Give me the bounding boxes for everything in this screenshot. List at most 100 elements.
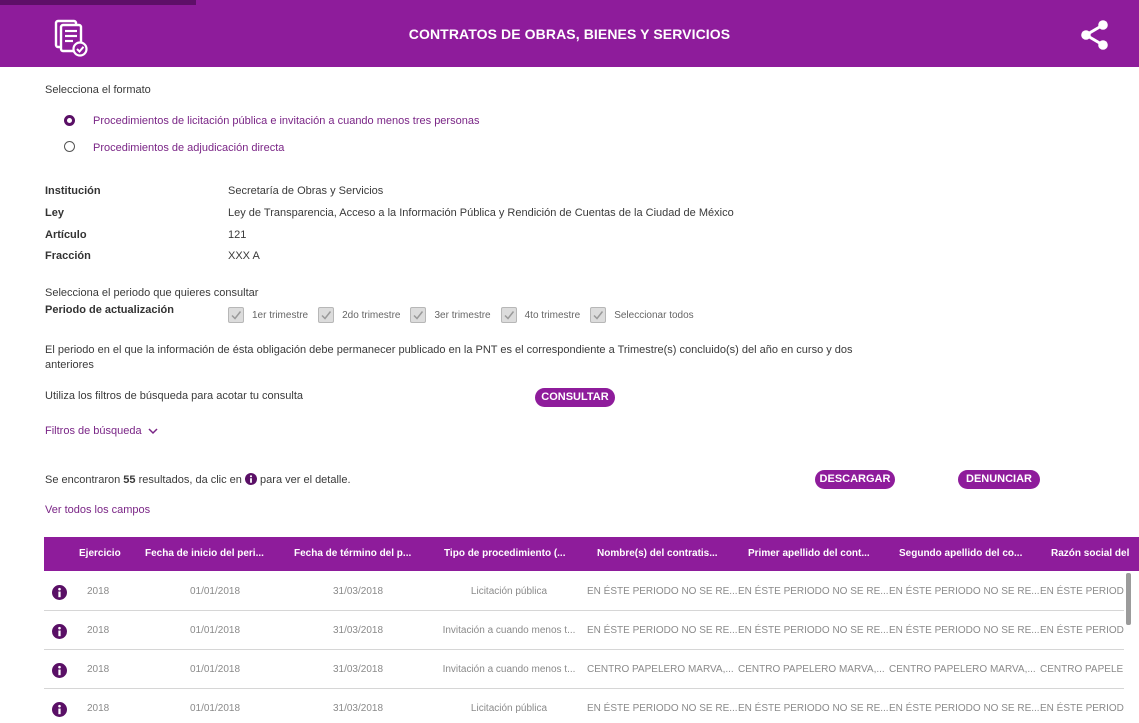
checkbox-checked-icon[interactable] [318,307,335,323]
periodo-prompt: Selecciona el periodo que quieres consul… [45,287,259,299]
radio-licitacion[interactable] [64,115,75,126]
ley-label: Ley [45,207,64,219]
filters-hint: Utiliza los filtros de búsqueda para aco… [45,390,304,402]
radio-licitacion-label[interactable]: Procedimientos de licitación pública e i… [93,115,479,127]
table-scrollbar[interactable] [1126,573,1131,625]
column-header-nombre-contratista[interactable]: Nombre(s) del contratis... [597,537,742,571]
info-icon[interactable] [52,663,67,678]
cell-razon-social: EN ÉSTE PERIODO [1040,625,1124,636]
results-text: resultados, da clic en [135,474,245,486]
checkbox-checked-icon[interactable] [590,307,607,323]
institucion-value: Secretaría de Obras y Servicios [228,185,384,197]
checkbox-label: 4to trimestre [524,309,581,321]
radio-adjudicacion-label[interactable]: Procedimientos de adjudicación directa [93,142,284,154]
cell-nombre: EN ÉSTE PERIODO NO SE RE... [587,703,737,714]
cell-fecha-termino: 31/03/2018 [332,586,384,597]
periodo-note-line1: El periodo en el que la información de é… [45,344,853,356]
table-row: 2018 01/01/2018 31/03/2018 Licitación pú… [44,690,1124,723]
info-icon[interactable] [52,702,67,717]
periodo-checkboxes: 1er trimestre 2do trimestre 3er trimestr… [228,307,704,323]
info-icon [244,473,257,485]
share-icon[interactable] [1078,20,1112,50]
cell-segundo-apellido: EN ÉSTE PERIODO NO SE RE... [889,586,1039,597]
column-header-primer-apellido[interactable]: Primer apellido del cont... [748,537,893,571]
app-header: CONTRATOS DE OBRAS, BIENES Y SERVICIOS [0,0,1139,67]
info-icon[interactable] [52,624,67,639]
descargar-button[interactable]: DESCARGAR [815,470,895,489]
checkbox-2do-trimestre[interactable]: 2do trimestre [318,307,400,323]
checkbox-label: 1er trimestre [252,309,309,321]
cell-tipo-procedimiento: Licitación pública [470,703,548,714]
checkbox-seleccionar-todos[interactable]: Seleccionar todos [590,307,694,323]
table-row: 2018 01/01/2018 31/03/2018 Licitación pú… [44,573,1124,611]
table-row: 2018 01/01/2018 31/03/2018 Invitación a … [44,612,1124,650]
cell-fecha-termino: 31/03/2018 [332,664,384,675]
fraccion-value: XXX A [228,250,260,262]
checkbox-3er-trimestre[interactable]: 3er trimestre [410,307,491,323]
cell-razon-social: CENTRO PAPELEI [1040,664,1124,675]
articulo-label: Artículo [45,229,87,241]
table-row: 2018 01/01/2018 31/03/2018 Invitación a … [44,651,1124,689]
cell-primer-apellido: EN ÉSTE PERIODO NO SE RE... [738,703,888,714]
cell-primer-apellido: EN ÉSTE PERIODO NO SE RE... [738,625,888,636]
cell-fecha-inicio: 01/01/2018 [189,664,241,675]
checkbox-checked-icon[interactable] [228,307,244,323]
checkbox-label: 3er trimestre [434,309,491,321]
articulo-value: 121 [228,229,247,241]
results-summary: Se encontraron 55 resultados, da clic en… [45,473,351,486]
denunciar-button[interactable]: DENUNCIAR [958,470,1040,489]
results-suffix: para ver el detalle. [256,474,351,486]
checkbox-1er-trimestre[interactable]: 1er trimestre [228,307,308,323]
cell-nombre: CENTRO PAPELERO MARVA,... [587,664,734,675]
cell-tipo-procedimiento: Invitación a cuando menos t... [442,664,576,675]
table-header: Ejercicio Fecha de inicio del peri... Fe… [44,537,1139,571]
radio-adjudicacion[interactable] [64,141,75,152]
info-icon[interactable] [52,585,67,600]
cell-ejercicio: 2018 [87,703,110,714]
chevron-down-icon [148,428,158,435]
column-header-segundo-apellido[interactable]: Segundo apellido del co... [899,537,1044,571]
format-label: Selecciona el formato [45,84,151,96]
header-accent-line [0,0,196,5]
column-header-ejercicio[interactable]: Ejercicio [79,537,139,571]
cell-fecha-termino: 31/03/2018 [332,703,384,714]
cell-primer-apellido: EN ÉSTE PERIODO NO SE RE... [738,586,888,597]
checkbox-4to-trimestre[interactable]: 4to trimestre [500,307,581,323]
cell-fecha-inicio: 01/01/2018 [189,586,241,597]
cell-nombre: EN ÉSTE PERIODO NO SE RE... [587,586,737,597]
cell-fecha-inicio: 01/01/2018 [189,703,241,714]
cell-ejercicio: 2018 [87,625,110,636]
consultar-button[interactable]: CONSULTAR [535,388,615,407]
cell-segundo-apellido: CENTRO PAPELERO MARVA,... [889,664,1036,675]
column-header-razon-social[interactable]: Razón social del [1051,537,1139,571]
cell-nombre: EN ÉSTE PERIODO NO SE RE... [587,625,737,636]
checkbox-checked-icon[interactable] [500,307,517,323]
column-header-fecha-termino[interactable]: Fecha de término del p... [294,537,434,571]
cell-razon-social: EN ÉSTE PERIODO [1040,703,1124,714]
institucion-label: Institución [45,185,101,197]
cell-fecha-inicio: 01/01/2018 [189,625,241,636]
checkbox-checked-icon[interactable] [410,307,427,323]
filtros-toggle[interactable]: Filtros de búsqueda [45,425,158,437]
checkbox-label: Seleccionar todos [614,309,694,321]
cell-ejercicio: 2018 [87,586,110,597]
cell-razon-social: EN ÉSTE PERIODO [1040,586,1124,597]
cell-segundo-apellido: EN ÉSTE PERIODO NO SE RE... [889,625,1039,636]
cell-primer-apellido: CENTRO PAPELERO MARVA,... [738,664,885,675]
column-header-tipo-procedimiento[interactable]: Tipo de procedimiento (... [444,537,594,571]
checkbox-label: 2do trimestre [342,309,401,321]
results-prefix: Se encontraron [45,474,124,486]
ley-value: Ley de Transparencia, Acceso a la Inform… [228,207,734,219]
page-title: CONTRATOS DE OBRAS, BIENES Y SERVICIOS [408,26,731,42]
column-header-fecha-inicio[interactable]: Fecha de inicio del peri... [145,537,285,571]
results-count: 55 [123,474,136,486]
ver-todos-campos-link[interactable]: Ver todos los campos [45,504,150,516]
cell-segundo-apellido: EN ÉSTE PERIODO NO SE RE... [889,703,1039,714]
fraccion-label: Fracción [45,250,91,262]
periodo-note-line2: anteriores [45,359,94,371]
cell-tipo-procedimiento: Licitación pública [470,586,548,597]
cell-tipo-procedimiento: Invitación a cuando menos t... [442,625,576,636]
cell-ejercicio: 2018 [87,664,110,675]
periodo-label: Periodo de actualización [45,304,174,316]
cell-fecha-termino: 31/03/2018 [332,625,384,636]
